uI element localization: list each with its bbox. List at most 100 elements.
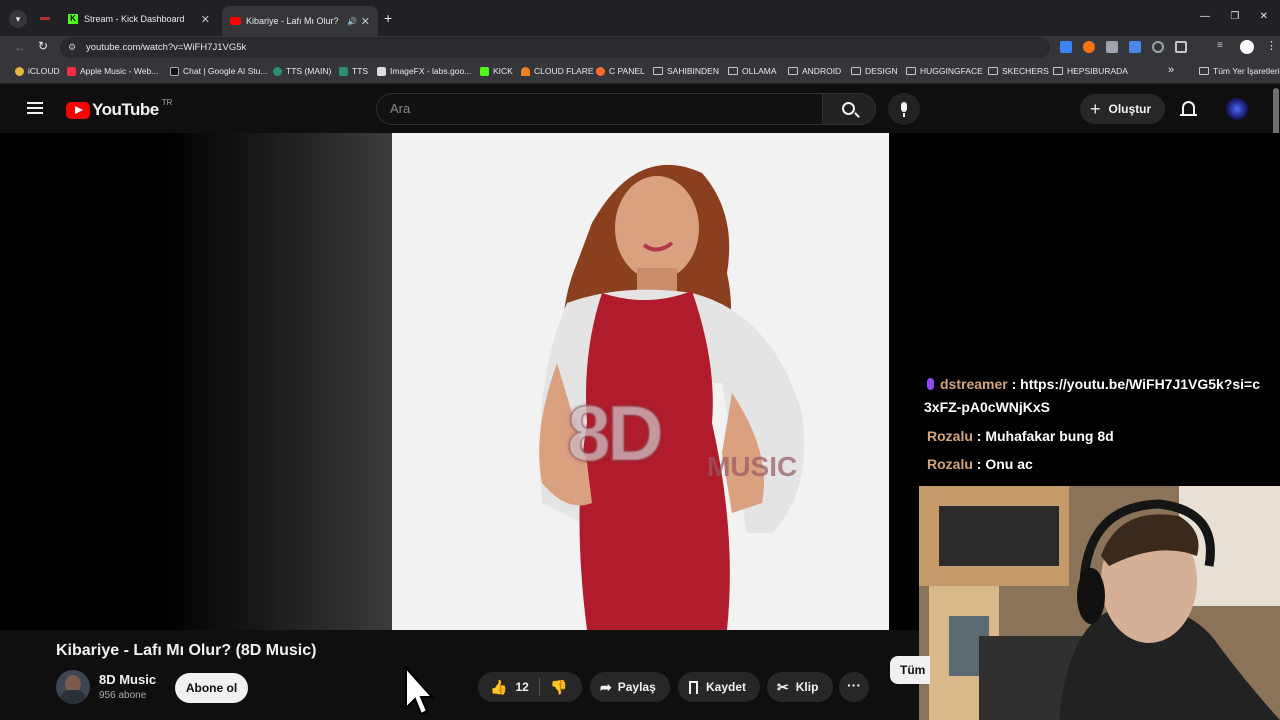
filter-chip-all[interactable]: Tüm <box>890 656 930 684</box>
bookmark-huggingface[interactable]: HUGGINGFACE <box>906 66 983 76</box>
like-dislike-group: 👍 12 👎 <box>478 672 582 702</box>
folder-icon <box>788 67 798 75</box>
profile-icon[interactable] <box>1240 40 1254 54</box>
bookmark-icloud[interactable]: iCLOUD <box>15 66 60 76</box>
like-button[interactable]: 👍 12 <box>478 678 540 696</box>
icloud-icon <box>15 66 24 76</box>
chat-message: dstreamer : https://youtu.be/WiFH7J1VG5k… <box>924 373 1264 419</box>
media-icon[interactable]: ≡ <box>1217 40 1223 51</box>
dislike-button[interactable]: 👎 <box>540 679 567 696</box>
clip-label: Klip <box>795 680 819 694</box>
save-button[interactable]: Kaydet <box>678 672 760 702</box>
chat-username: dstreamer <box>940 376 1008 392</box>
extension-s-icon[interactable] <box>1060 41 1072 53</box>
bookmarks-overflow[interactable]: » <box>1168 64 1174 76</box>
account-avatar[interactable] <box>1226 98 1248 120</box>
bookmark-hepsiburada[interactable]: HEPSIBURADA <box>1053 66 1128 76</box>
minimize-icon[interactable]: — <box>1200 11 1210 22</box>
channel-avatar[interactable] <box>56 670 90 704</box>
voice-search-button[interactable] <box>888 93 920 125</box>
bookmark-label: Chat | Google AI Stu... <box>183 66 268 76</box>
save-label: Kaydet <box>706 680 747 694</box>
speaker-icon[interactable]: 🔊 <box>347 17 357 26</box>
tab-close-icon[interactable]: ✕ <box>361 15 370 28</box>
chat-text: Muhafakar bung 8d <box>985 428 1114 444</box>
channel-name[interactable]: 8D Music <box>99 672 156 687</box>
plus-icon: + <box>1090 99 1101 119</box>
notifications-bell-icon[interactable] <box>1180 101 1197 116</box>
tab-youtube[interactable]: Kibariye - Lafı Mı Olur? (8D 🔊 ✕ <box>222 6 378 36</box>
extension-orange-icon[interactable] <box>1083 41 1095 53</box>
extension-translate-icon[interactable] <box>1129 41 1141 53</box>
create-button[interactable]: + Oluştur <box>1080 94 1165 124</box>
share-label: Paylaş <box>617 680 656 694</box>
new-tab-button[interactable]: + <box>384 10 392 26</box>
kick-bookmark-icon <box>480 66 489 76</box>
bookmark-tts[interactable]: TTS <box>339 66 368 76</box>
share-button[interactable]: ➦ Paylaş <box>590 672 670 702</box>
back-icon[interactable]: ← <box>14 40 26 54</box>
cpanel-icon <box>596 66 605 76</box>
thumbs-up-icon: 👍 <box>490 678 508 695</box>
bookmark-label: KICK <box>493 66 513 76</box>
bookmark-label: OLLAMA <box>742 66 777 76</box>
bookmark-design[interactable]: DESIGN <box>851 66 898 76</box>
youtube-tab-icon <box>230 17 241 25</box>
tab-kick-dashboard[interactable]: K Stream - Kick Dashboard ✕ <box>60 8 218 30</box>
bookmark-android[interactable]: ANDROID <box>788 66 841 76</box>
webcam-feed <box>919 486 1280 720</box>
bookmark-kick[interactable]: KICK <box>480 66 513 76</box>
restore-icon[interactable]: ❐ <box>1230 11 1239 22</box>
cloudflare-icon <box>521 66 530 76</box>
site-info-icon[interactable]: ⚙ <box>68 37 76 58</box>
bookmark-label: CLOUD FLARE <box>534 66 594 76</box>
clip-button[interactable]: ✂ Klip <box>767 672 833 702</box>
bookmark-cpanel[interactable]: C PANEL <box>596 66 645 76</box>
bookmark-ai-studio[interactable]: Chat | Google AI Stu... <box>170 66 267 76</box>
chat-separator: : <box>1007 376 1021 392</box>
search-button[interactable] <box>822 93 876 125</box>
bookmark-skechers[interactable]: SKECHERS <box>988 66 1049 76</box>
close-window-icon[interactable]: ✕ <box>1260 11 1268 22</box>
tab-search-button[interactable]: ▾ <box>9 10 27 28</box>
video-thumbnail-art <box>539 164 804 630</box>
extension-circle-icon[interactable] <box>1152 41 1164 53</box>
subscribe-button[interactable]: Abone ol <box>175 673 248 703</box>
thumbs-down-icon: 👎 <box>550 678 568 695</box>
bookmark-tts-main[interactable]: TTS (MAIN) <box>273 66 331 76</box>
search-input[interactable]: Ara <box>376 93 822 125</box>
subscriber-count: 956 abone <box>99 690 147 701</box>
browser-tab-bar: ▾ K Stream - Kick Dashboard ✕ Kibariye -… <box>0 0 1280 36</box>
bookmark-label: C PANEL <box>609 66 645 76</box>
extension-grey-icon[interactable] <box>1106 41 1118 53</box>
mic-icon <box>901 102 907 112</box>
bookmark-sahibinden[interactable]: SAHIBINDEN <box>653 66 719 76</box>
bookmark-label: SKECHERS <box>1002 66 1049 76</box>
youtube-logo-text: YouTube <box>92 100 159 119</box>
mic-badge-icon <box>927 378 934 390</box>
bookmark-label: iCLOUD <box>28 66 60 76</box>
all-bookmarks[interactable]: Tüm Yer İşaretleri <box>1199 66 1280 76</box>
bookmark-ollama[interactable]: OLLAMA <box>728 66 777 76</box>
hamburger-menu-icon[interactable] <box>27 102 43 114</box>
bookmarks-bar: iCLOUD Apple Music - Web... Chat | Googl… <box>0 60 1280 84</box>
bookmark-imagefx[interactable]: ImageFX - labs.goo... <box>377 66 471 76</box>
bookmark-cloudflare[interactable]: CLOUD FLARE <box>521 66 594 76</box>
reload-icon[interactable]: ↻ <box>38 39 48 53</box>
webcam-overlay <box>919 486 1280 720</box>
window-controls: — ❐ ✕ <box>1200 11 1280 22</box>
folder-icon <box>988 67 998 75</box>
extensions-puzzle-icon[interactable] <box>1175 41 1187 53</box>
url-field[interactable]: ⚙ youtube.com/watch?v=WiFH7J1VG5k <box>60 37 1050 58</box>
pinned-tab[interactable] <box>36 12 54 26</box>
create-label: Oluştur <box>1108 102 1152 116</box>
tab-close-icon[interactable]: ✕ <box>201 13 210 26</box>
bookmark-label: HUGGINGFACE <box>920 66 983 76</box>
video-frame[interactable]: 8D MUSIC <box>392 133 889 630</box>
youtube-logo[interactable]: YouTube TR <box>66 98 172 120</box>
bookmark-apple-music[interactable]: Apple Music - Web... <box>67 66 158 76</box>
mouse-cursor-icon <box>405 666 434 716</box>
menu-dots-icon[interactable]: ⋮ <box>1266 39 1277 52</box>
more-actions-button[interactable]: ··· <box>839 672 869 702</box>
bookmark-label: ANDROID <box>802 66 842 76</box>
